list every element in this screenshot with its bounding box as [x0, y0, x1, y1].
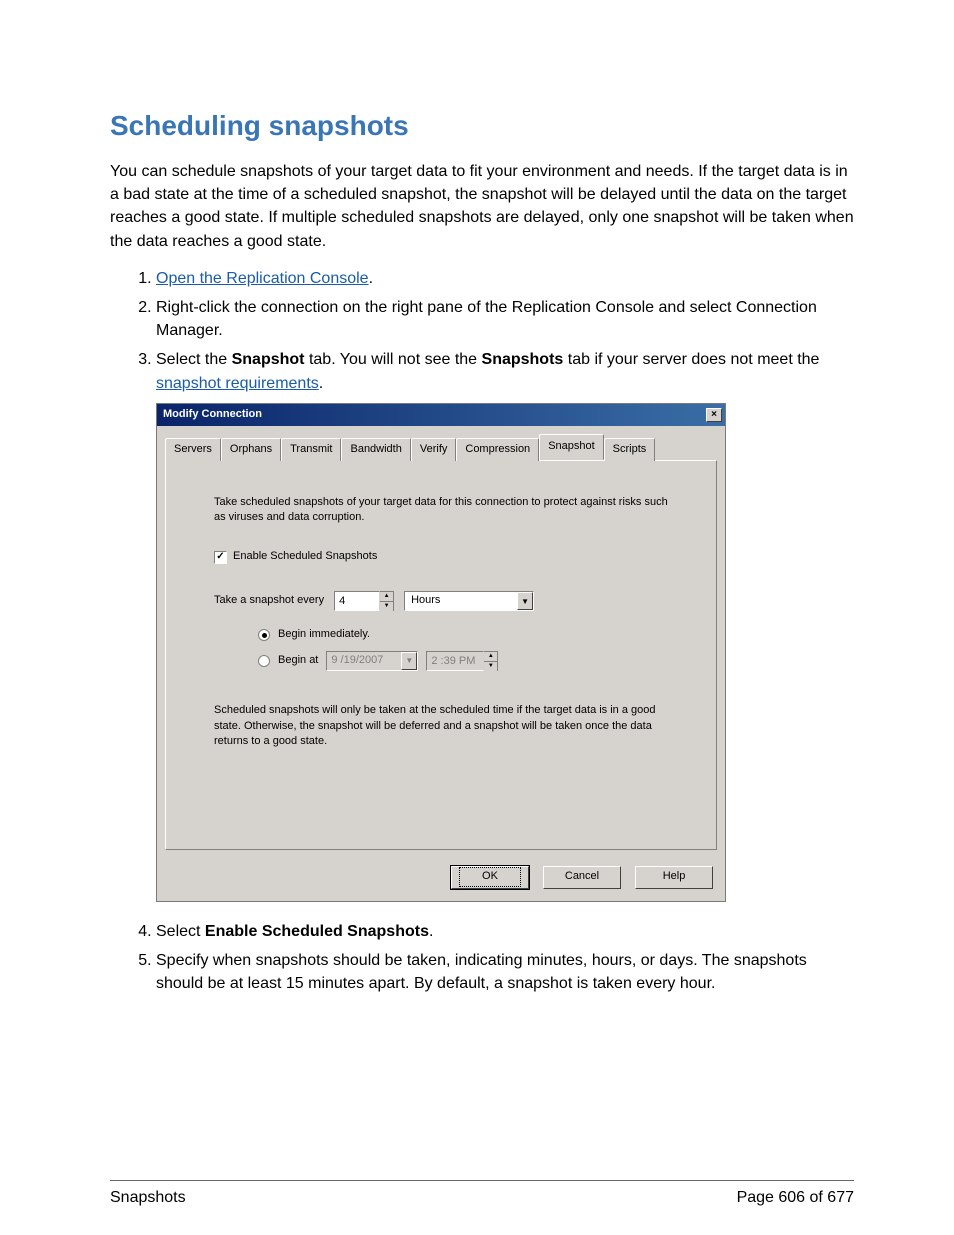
modify-connection-dialog: Modify Connection × Servers Orphans Tran…	[156, 403, 726, 902]
begin-at-date[interactable]: 9 /19/2007 ▼	[326, 651, 418, 671]
tab-verify[interactable]: Verify	[411, 438, 457, 461]
radio-dot	[262, 633, 267, 638]
tab-compression[interactable]: Compression	[456, 438, 539, 461]
step-3-text-d: .	[319, 375, 323, 392]
open-replication-console-link[interactable]: Open the Replication Console	[156, 270, 369, 287]
every-value-spinner[interactable]: 4 ▲ ▼	[334, 591, 394, 611]
page-footer: Snapshots Page 606 of 677	[110, 1180, 854, 1207]
spin-down-icon[interactable]: ▼	[380, 602, 393, 611]
begin-at-radio[interactable]	[258, 655, 270, 667]
every-unit-select[interactable]: Hours ▼	[404, 591, 534, 611]
tab-scripts[interactable]: Scripts	[604, 438, 656, 461]
footer-right: Page 606 of 677	[737, 1189, 854, 1207]
time-value[interactable]: 2 :39 PM	[426, 651, 484, 671]
tab-bandwidth[interactable]: Bandwidth	[341, 438, 410, 461]
time-spin-down-icon[interactable]: ▼	[484, 662, 497, 671]
tab-servers[interactable]: Servers	[165, 438, 221, 461]
every-label: Take a snapshot every	[214, 593, 324, 609]
every-unit-value: Hours	[405, 591, 517, 611]
date-value: 9 /19/2007	[331, 653, 401, 669]
step-5: Specify when snapshots should be taken, …	[156, 949, 854, 995]
every-value-input[interactable]: 4	[334, 591, 380, 611]
footer-left: Snapshots	[110, 1189, 186, 1207]
step-3-text-a: Select the	[156, 351, 232, 368]
step-4: Select Enable Scheduled Snapshots.	[156, 920, 854, 943]
step-1: Open the Replication Console.	[156, 267, 854, 290]
page: Scheduling snapshots You can schedule sn…	[0, 0, 954, 1235]
step-3: Select the Snapshot tab. You will not se…	[156, 348, 854, 901]
step-2: Right-click the connection on the right …	[156, 296, 854, 342]
dialog-lower-text: Scheduled snapshots will only be taken a…	[214, 703, 676, 749]
dialog-title: Modify Connection	[163, 407, 262, 423]
spin-buttons[interactable]: ▲ ▼	[380, 591, 394, 611]
snapshot-requirements-link[interactable]: snapshot requirements	[156, 375, 319, 392]
step-4-text-a: Select	[156, 923, 205, 940]
ok-label: OK	[459, 867, 521, 887]
chevron-down-icon[interactable]: ▼	[517, 592, 533, 610]
enable-snapshots-row: ✓ Enable Scheduled Snapshots	[214, 549, 676, 565]
time-spin-buttons[interactable]: ▲ ▼	[484, 651, 498, 671]
close-icon[interactable]: ×	[706, 408, 722, 422]
begin-immediately-radio[interactable]	[258, 629, 270, 641]
spin-up-icon[interactable]: ▲	[380, 592, 393, 602]
step-3-bold-1: Snapshot	[232, 351, 305, 368]
intro-paragraph: You can schedule snapshots of your targe…	[110, 160, 854, 253]
step-3-bold-2: Snapshots	[482, 351, 564, 368]
take-snapshot-every-row: Take a snapshot every 4 ▲ ▼ Hours ▼	[214, 591, 676, 611]
enable-snapshots-checkbox[interactable]: ✓	[214, 551, 227, 564]
dialog-screenshot: Modify Connection × Servers Orphans Tran…	[156, 403, 854, 902]
tab-transmit[interactable]: Transmit	[281, 438, 341, 461]
time-spin-up-icon[interactable]: ▲	[484, 652, 497, 662]
tab-orphans[interactable]: Orphans	[221, 438, 281, 461]
step-4-bold: Enable Scheduled Snapshots	[205, 923, 429, 940]
enable-snapshots-label: Enable Scheduled Snapshots	[233, 549, 377, 565]
page-title: Scheduling snapshots	[110, 110, 854, 142]
help-button[interactable]: Help	[635, 866, 713, 889]
begin-at-label: Begin at	[278, 653, 318, 669]
begin-immediately-row: Begin immediately.	[258, 627, 676, 643]
begin-immediately-label: Begin immediately.	[278, 627, 370, 643]
cancel-button[interactable]: Cancel	[543, 866, 621, 889]
step-4-text-b: .	[429, 923, 433, 940]
dialog-titlebar: Modify Connection ×	[157, 404, 725, 426]
date-chevron-down-icon[interactable]: ▼	[401, 652, 417, 670]
tab-content: Take scheduled snapshots of your target …	[165, 460, 717, 850]
step-1-suffix: .	[369, 270, 373, 287]
dialog-description: Take scheduled snapshots of your target …	[214, 495, 676, 526]
begin-at-row: Begin at 9 /19/2007 ▼ 2 :39 PM ▲ ▼	[258, 651, 676, 671]
steps-list: Open the Replication Console. Right-clic…	[110, 267, 854, 995]
step-3-text-c: tab if your server does not meet the	[563, 351, 819, 368]
tab-strip: Servers Orphans Transmit Bandwidth Verif…	[157, 426, 725, 460]
dialog-button-row: OK Cancel Help	[157, 858, 725, 901]
tab-snapshot[interactable]: Snapshot	[539, 434, 603, 460]
begin-at-time-spinner[interactable]: 2 :39 PM ▲ ▼	[426, 651, 498, 671]
ok-button[interactable]: OK	[451, 866, 529, 889]
step-3-text-b: tab. You will not see the	[305, 351, 482, 368]
